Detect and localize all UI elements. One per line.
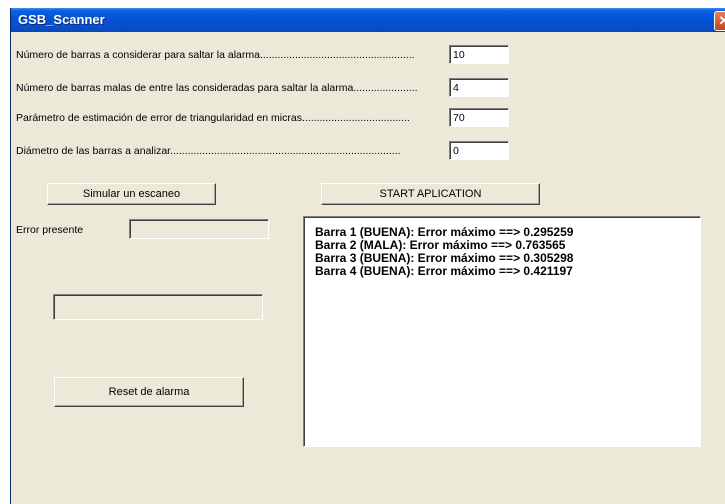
- barras-malas-input[interactable]: 4: [449, 78, 509, 97]
- param-label-barras-malas: Número de barras malas de entre las cons…: [16, 82, 418, 94]
- error-present-field: [129, 219, 269, 239]
- window-title: GSB_Scanner: [18, 12, 105, 27]
- error-triangularidad-input[interactable]: 70: [449, 108, 509, 127]
- alarm-status-field: [53, 294, 263, 320]
- reset-alarm-button[interactable]: Reset de alarma: [54, 377, 244, 407]
- param-label-diametro: Diámetro de las barras a analizar.......…: [16, 145, 401, 157]
- param-label-barras-considerar: Número de barras a considerar para salta…: [16, 49, 415, 61]
- app-window: GSB_Scanner ✕ Número de barras a conside…: [10, 8, 725, 504]
- start-application-button[interactable]: START APLICATION: [321, 183, 540, 205]
- close-icon[interactable]: ✕: [714, 11, 725, 31]
- title-bar[interactable]: GSB_Scanner ✕: [11, 8, 725, 32]
- param-label-error-triangularidad: Parámetro de estimación de error de tria…: [16, 112, 410, 124]
- simulate-scan-button[interactable]: Simular un escaneo: [47, 183, 216, 205]
- error-present-label: Error presente: [16, 224, 84, 236]
- log-line: Barra 4 (BUENA): Error máximo ==> 0.4211…: [315, 264, 573, 278]
- scan-results-log[interactable]: Barra 1 (BUENA): Error máximo ==> 0.2952…: [303, 216, 701, 447]
- barras-considerar-input[interactable]: 10: [449, 45, 509, 64]
- diametro-input[interactable]: 0: [449, 141, 509, 160]
